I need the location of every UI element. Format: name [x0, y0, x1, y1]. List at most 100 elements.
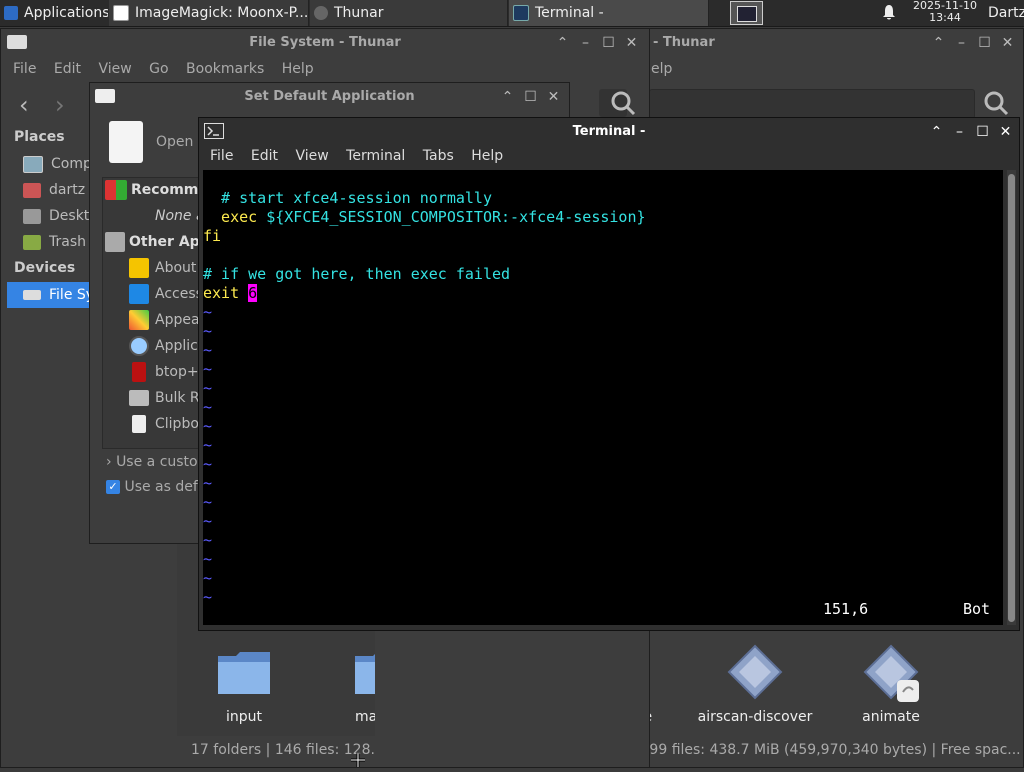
- menu-bookmarks[interactable]: Bookmarks: [186, 61, 264, 77]
- thunar-icon: [314, 6, 328, 20]
- app-item[interactable]: Appear: [129, 307, 205, 333]
- app-item[interactable]: btop+: [129, 359, 199, 385]
- app-item-label: About: [155, 260, 197, 276]
- executable-icon[interactable]: [725, 644, 785, 704]
- terminal-scrollbar[interactable]: [1007, 170, 1016, 625]
- sidebar-item-desktop[interactable]: Deskt: [23, 203, 89, 229]
- app-item[interactable]: About: [129, 255, 196, 281]
- btop-icon: [132, 362, 146, 382]
- task-imagemagick[interactable]: ImageMagick: Moonx-P...: [109, 0, 309, 26]
- terminal-menu-view[interactable]: View: [295, 148, 328, 164]
- computer-icon: [23, 155, 43, 173]
- terminal-line-text: exit: [203, 284, 249, 302]
- folder-icon[interactable]: [216, 648, 272, 698]
- menu-file[interactable]: File: [13, 61, 36, 77]
- app-item[interactable]: Access: [129, 281, 203, 307]
- menu-go[interactable]: Go: [149, 61, 168, 77]
- thunar-left-close-icon[interactable]: ✕: [620, 29, 643, 57]
- dialog-close-icon[interactable]: ✕: [542, 83, 565, 111]
- folder-icon[interactable]: [353, 648, 375, 698]
- menu-help[interactable]: Help: [282, 61, 314, 77]
- thunar-right-location-bar[interactable]: [649, 89, 975, 119]
- terminal-menu-tabs[interactable]: Tabs: [423, 148, 454, 164]
- user-menu[interactable]: Dartz: [988, 0, 1024, 26]
- thunar-right-up-icon[interactable]: ⌃: [927, 29, 950, 57]
- sidebar-item-label: Comp: [51, 156, 92, 172]
- sidebar-item-label: Deskt: [49, 208, 90, 224]
- dialog-up-icon[interactable]: ⌃: [496, 83, 519, 111]
- app-item[interactable]: Bulk R: [129, 385, 200, 411]
- thunar-left-maximize-icon[interactable]: ☐: [597, 29, 620, 57]
- menu-edit[interactable]: Edit: [54, 61, 81, 77]
- checkbox-checked-icon: ✓: [106, 480, 120, 494]
- terminal-line: # if we got here, then exec failed: [203, 265, 510, 284]
- terminal-close-icon[interactable]: ✕: [994, 118, 1017, 146]
- file-label-ma[interactable]: ma: [355, 709, 375, 725]
- terminal-menu-edit[interactable]: Edit: [251, 148, 278, 164]
- terminal-menu-file[interactable]: File: [210, 148, 233, 164]
- thunar-left-up-icon[interactable]: ⌃: [551, 29, 574, 57]
- clock[interactable]: 2025-11-10 13:44: [906, 0, 984, 24]
- thunar-right-maximize-icon[interactable]: ☐: [973, 29, 996, 57]
- file-label-input[interactable]: input: [204, 709, 284, 725]
- thunar-right-search-icon[interactable]: [983, 90, 1009, 116]
- file-label-animate[interactable]: animate: [841, 709, 941, 725]
- thunar-right-help-menu[interactable]: elp: [651, 61, 672, 77]
- sidebar-item-filesystem[interactable]: File Sy: [7, 282, 95, 308]
- thunar-left-minimize-icon[interactable]: –: [574, 29, 597, 57]
- use-as-default-label: Use as defa: [124, 479, 207, 495]
- app-item-label: Access: [155, 286, 203, 302]
- terminal-screen[interactable]: # start xfce4-session normally exec ${XF…: [203, 170, 1003, 625]
- task-thunar[interactable]: Thunar: [310, 0, 508, 26]
- about-icon: [129, 258, 149, 278]
- notification-bell-icon[interactable]: [882, 4, 896, 20]
- thunar-right-close-icon[interactable]: ✕: [996, 29, 1019, 57]
- back-arrow-icon[interactable]: ‹: [19, 91, 29, 119]
- menu-view[interactable]: View: [98, 61, 131, 77]
- vim-empty-line-tilde: ~: [203, 550, 213, 568]
- task-terminal[interactable]: Terminal -: [509, 0, 709, 26]
- custom-command-expander[interactable]: › Use a custor: [106, 454, 203, 470]
- recommended-header[interactable]: Recomme: [105, 177, 208, 203]
- dialog-maximize-icon[interactable]: ☐: [519, 83, 542, 111]
- vim-empty-line-tilde: ~: [203, 360, 213, 378]
- sidebar-item-home[interactable]: dartz: [23, 177, 85, 203]
- workspace-switcher[interactable]: [730, 1, 763, 25]
- thunar-left-menubar: File Edit View Go Bookmarks Help: [13, 61, 327, 77]
- terminal-line-text: # if we got here, then exec failed: [203, 265, 511, 283]
- terminal-line: fi: [203, 227, 221, 246]
- desktop-icon: [23, 208, 41, 224]
- vim-empty-line-tilde: ~: [203, 398, 213, 416]
- app-item[interactable]: Applica: [129, 333, 206, 359]
- other-apps-header[interactable]: Other Ap: [105, 229, 200, 255]
- document-icon: [109, 121, 143, 163]
- vim-empty-line-tilde: ~: [203, 303, 213, 321]
- open-with-label: Open: [156, 134, 194, 150]
- vim-empty-line-tilde: ~: [203, 322, 213, 340]
- vim-empty-line-tilde: ~: [203, 474, 213, 492]
- terminal-menubar: File Edit View Terminal Tabs Help: [210, 148, 516, 164]
- sidebar-item-computer[interactable]: Comp: [23, 151, 92, 177]
- terminal-up-icon[interactable]: ⌃: [925, 118, 948, 146]
- thunar-right-minimize-icon[interactable]: –: [950, 29, 973, 57]
- file-label-airscan-discover[interactable]: airscan-discover: [695, 709, 815, 725]
- terminal-line-text: ${XFCE4_SESSION_COMPOSITOR:-xfce4-sessio…: [266, 208, 646, 226]
- sidebar-item-trash[interactable]: Trash: [23, 229, 86, 255]
- terminal-maximize-icon[interactable]: ☐: [971, 118, 994, 146]
- forward-arrow-icon[interactable]: ›: [55, 91, 65, 119]
- app-item[interactable]: Clipbo: [129, 411, 199, 437]
- use-as-default-checkbox[interactable]: ✓ Use as defa: [106, 479, 206, 495]
- terminal-scrollbar-thumb[interactable]: [1008, 174, 1015, 622]
- mouse-cursor-icon: [350, 752, 366, 768]
- terminal-menu-terminal[interactable]: Terminal: [346, 148, 405, 164]
- terminal-line-text: # start xfce4-session normally: [203, 189, 492, 207]
- thunar-left-search-icon[interactable]: [610, 90, 636, 116]
- imagemagick-icon: [113, 5, 129, 21]
- thunar-left-statusbar: 17 folders | 146 files: 128.0: [191, 742, 375, 758]
- terminal-menu-help[interactable]: Help: [471, 148, 503, 164]
- applications-menu-button[interactable]: Applications: [0, 0, 108, 26]
- terminal-minimize-icon[interactable]: –: [948, 118, 971, 146]
- clock-time: 13:44: [929, 11, 961, 24]
- sidebar-item-label: File Sy: [49, 287, 95, 303]
- executable-icon[interactable]: [861, 644, 921, 704]
